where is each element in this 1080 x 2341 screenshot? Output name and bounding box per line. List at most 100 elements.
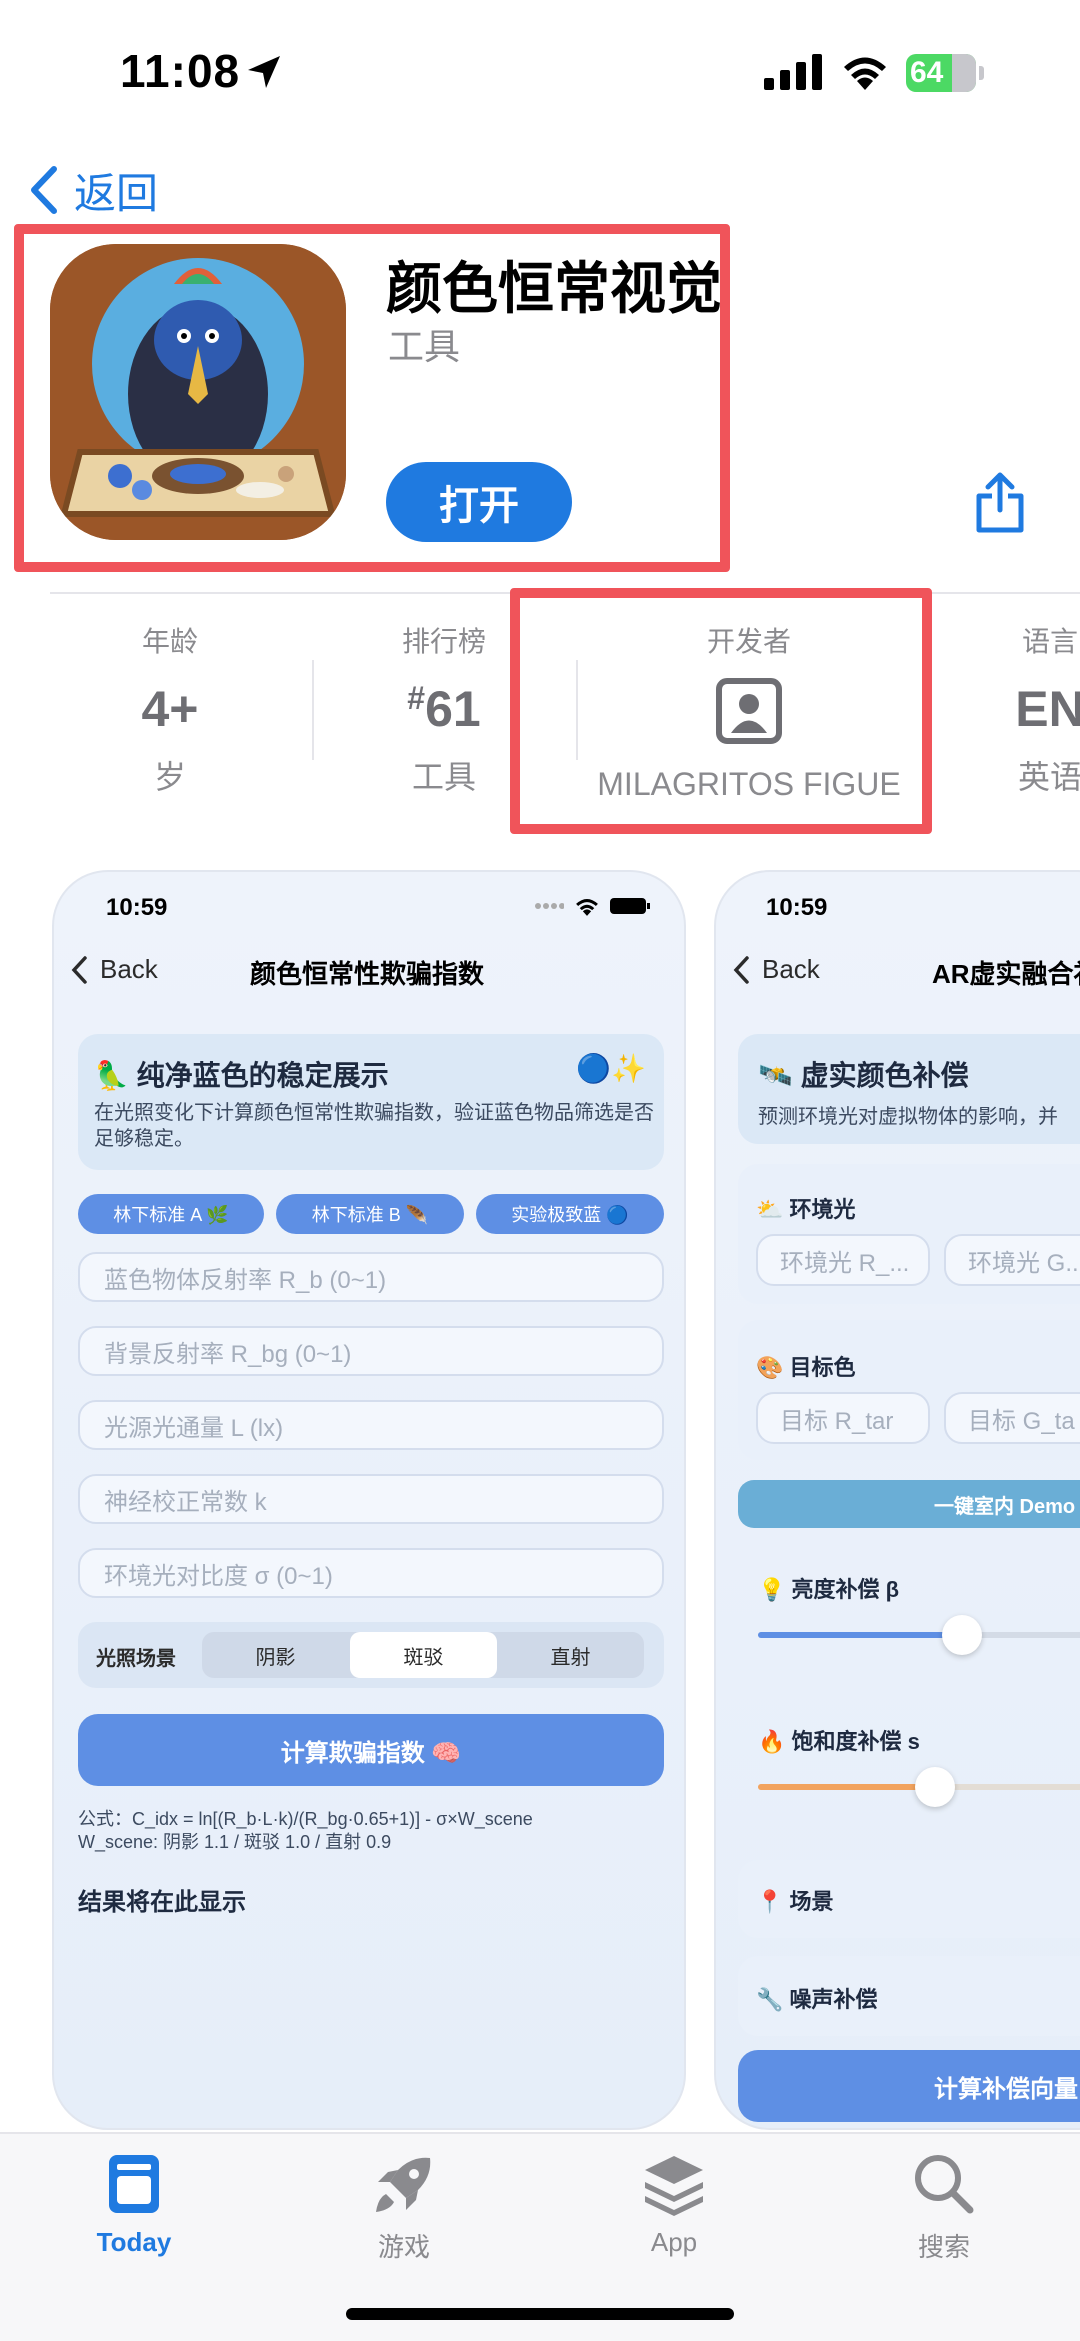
location-arrow-icon bbox=[248, 56, 280, 88]
open-button[interactable]: 打开 bbox=[386, 462, 572, 542]
tab-today[interactable]: Today bbox=[34, 2152, 234, 2258]
scene-option-shadow[interactable]: 阴影 bbox=[202, 1632, 349, 1678]
saturation-slider-fill bbox=[758, 1784, 935, 1790]
back-label: 返回 bbox=[74, 169, 159, 217]
info-developer-label: 开发者 bbox=[706, 626, 791, 657]
calc-compensation-button[interactable]: 计算补偿向量 bbox=[738, 2050, 1080, 2122]
tab-games[interactable]: 游戏 bbox=[304, 2152, 504, 2264]
shot1-hero-emoji: 🔵✨ bbox=[576, 1053, 646, 1084]
preset-chip-c[interactable]: 实验极致蓝 🔵 bbox=[476, 1194, 664, 1234]
shot1-title: 颜色恒常性欺骗指数 bbox=[250, 959, 485, 989]
status-time: 11:08 bbox=[120, 45, 241, 97]
shot1-hero-card: 🦜 纯净蓝色的稳定展示 🔵✨ 在光照变化下计算颜色恒常性欺骗指数，验证蓝色物品筛… bbox=[78, 1034, 664, 1170]
brightness-slider-knob[interactable] bbox=[942, 1615, 982, 1655]
ambient-r-field[interactable]: 环境光 R_... bbox=[756, 1234, 930, 1286]
shot2-back-label: Back bbox=[762, 954, 820, 984]
info-age-sub: 岁 bbox=[153, 759, 186, 795]
scene-segmented-control: 光照场景 阴影 斑驳 直射 bbox=[78, 1622, 664, 1688]
wifi-icon bbox=[844, 57, 886, 90]
shot1-back-button[interactable]: Back bbox=[70, 954, 158, 985]
home-indicator bbox=[346, 2308, 734, 2320]
target-r-field[interactable]: 目标 R_tar bbox=[756, 1392, 930, 1444]
info-chart-prefix: # bbox=[407, 680, 426, 716]
app-icon bbox=[50, 244, 346, 540]
tab-apps-label: App bbox=[650, 2227, 698, 2257]
shot1-time: 10:59 bbox=[106, 894, 168, 921]
info-language: 语言 EN 英语 bbox=[990, 620, 1080, 798]
saturation-slider-knob[interactable] bbox=[915, 1767, 955, 1807]
info-separator bbox=[312, 660, 314, 760]
ambient-section: ⛅ 环境光 环境光 R_... 环境光 G... bbox=[738, 1164, 1080, 1304]
shot2-time: 10:59 bbox=[766, 894, 828, 921]
app-category: 工具 bbox=[388, 326, 461, 367]
app-stack-icon bbox=[645, 2156, 703, 2216]
info-age-label: 年龄 bbox=[141, 626, 198, 657]
info-chart-number: 61 bbox=[425, 681, 481, 737]
shot2-title: AR虚实融合补 bbox=[932, 959, 1080, 989]
info-chart-sub: 工具 bbox=[411, 759, 476, 795]
status-bar: 11:08 64 bbox=[0, 0, 1080, 140]
chevron-left-icon bbox=[71, 955, 87, 984]
tab-search[interactable]: 搜索 bbox=[844, 2152, 1044, 2264]
noise-section[interactable]: 🔧 噪声补偿 bbox=[738, 1956, 1080, 2036]
developer-avatar bbox=[594, 678, 904, 748]
field-bg-reflectance[interactable]: 背景反射率 R_bg (0~1) bbox=[78, 1326, 664, 1376]
wifi-icon bbox=[576, 898, 598, 916]
target-section: 🎨 目标色 目标 R_tar 目标 G_ta bbox=[738, 1320, 1080, 1460]
field-light-flux[interactable]: 光源光通量 L (lx) bbox=[78, 1400, 664, 1450]
search-icon bbox=[915, 2155, 974, 2214]
scene-section[interactable]: 📍 场景 bbox=[738, 1860, 1080, 1938]
info-separator bbox=[576, 660, 578, 760]
app-title: 颜色恒常视觉 bbox=[386, 257, 722, 320]
ambient-label: ⛅ 环境光 bbox=[756, 1197, 856, 1222]
info-developer-name: MILAGRITOS FIGUE bbox=[597, 766, 901, 802]
info-chart[interactable]: 排行榜 #61 工具 bbox=[354, 620, 534, 798]
calc-deception-button[interactable]: 计算欺骗指数 🧠 bbox=[78, 1714, 664, 1786]
back-button[interactable]: 返回 bbox=[28, 160, 158, 220]
field-blue-reflectance[interactable]: 蓝色物体反射率 R_b (0~1) bbox=[78, 1252, 664, 1302]
indoor-demo-button[interactable]: 一键室内 Demo bbox=[738, 1480, 1080, 1528]
field-neural-constant[interactable]: 神经校正常数 k bbox=[78, 1474, 664, 1524]
battery-icon bbox=[610, 898, 650, 914]
cellular-signal-icon bbox=[764, 54, 822, 90]
screenshot-card-1[interactable]: 10:59 Back 颜色恒常性欺骗指数 🦜 纯净蓝色的稳定展示 🔵✨ 在光照变… bbox=[52, 870, 686, 2130]
divider bbox=[50, 592, 1080, 594]
shot1-back-label: Back bbox=[100, 954, 158, 984]
formula-line-2: W_scene: 阴影 1.1 / 斑驳 1.0 / 直射 0.9 bbox=[78, 1832, 392, 1852]
info-language-value: EN bbox=[1015, 681, 1080, 737]
info-language-sub: 英语 bbox=[1017, 759, 1080, 795]
app-icon-artwork bbox=[50, 244, 346, 540]
shot2-hero-title: 🛰️ 虚实颜色补偿 bbox=[758, 1060, 969, 1091]
tab-search-label: 搜索 bbox=[917, 2232, 970, 2262]
shot1-hero-desc: 在光照变化下计算颜色恒常性欺骗指数，验证蓝色物品筛选是否足够稳定。 bbox=[94, 1102, 654, 1150]
rocket-icon bbox=[376, 2157, 431, 2212]
chevron-left-icon bbox=[733, 955, 749, 984]
scene-label-2: 📍 场景 bbox=[756, 1889, 834, 1914]
target-g-field[interactable]: 目标 G_ta bbox=[944, 1392, 1080, 1444]
result-text: 结果将在此显示 bbox=[78, 1889, 246, 1916]
tab-games-label: 游戏 bbox=[377, 2232, 430, 2262]
field-contrast[interactable]: 环境光对比度 σ (0~1) bbox=[78, 1548, 664, 1598]
shot2-hero-desc: 预测环境光对虚拟物体的影响，并 bbox=[758, 1106, 1058, 1128]
today-icon bbox=[109, 2155, 159, 2213]
preset-chip-b[interactable]: 林下标准 B 🪶 bbox=[276, 1194, 464, 1234]
tab-apps[interactable]: App bbox=[574, 2152, 774, 2258]
brightness-slider-fill bbox=[758, 1632, 962, 1638]
screenshot-card-2[interactable]: 10:59 Back AR虚实融合补 🛰️ 虚实颜色补偿 预测环境光对虚拟物体的… bbox=[714, 870, 1080, 2130]
info-chart-label: 排行榜 bbox=[401, 626, 486, 657]
preset-chip-a[interactable]: 林下标准 A 🌿 bbox=[78, 1194, 264, 1234]
info-age-value: 4+ bbox=[141, 681, 199, 737]
shot2-back-button[interactable]: Back bbox=[732, 954, 820, 985]
info-chart-value: #61 bbox=[354, 680, 534, 738]
scene-track: 阴影 斑驳 直射 bbox=[202, 1632, 644, 1678]
info-developer[interactable]: 开发者 MILAGRITOS FIGUE bbox=[594, 620, 904, 803]
shot1-hero-title: 🦜 纯净蓝色的稳定展示 bbox=[94, 1060, 389, 1091]
ambient-g-field[interactable]: 环境光 G... bbox=[944, 1234, 1080, 1286]
share-icon[interactable] bbox=[974, 472, 1026, 534]
brightness-label: 💡 亮度补偿 β bbox=[758, 1577, 900, 1602]
scene-option-direct[interactable]: 直射 bbox=[497, 1632, 644, 1678]
saturation-label: 🔥 饱和度补偿 s bbox=[758, 1729, 920, 1754]
chevron-left-icon bbox=[31, 166, 57, 214]
scene-option-dappled[interactable]: 斑驳 bbox=[350, 1632, 497, 1678]
info-language-label: 语言 bbox=[1021, 626, 1078, 657]
